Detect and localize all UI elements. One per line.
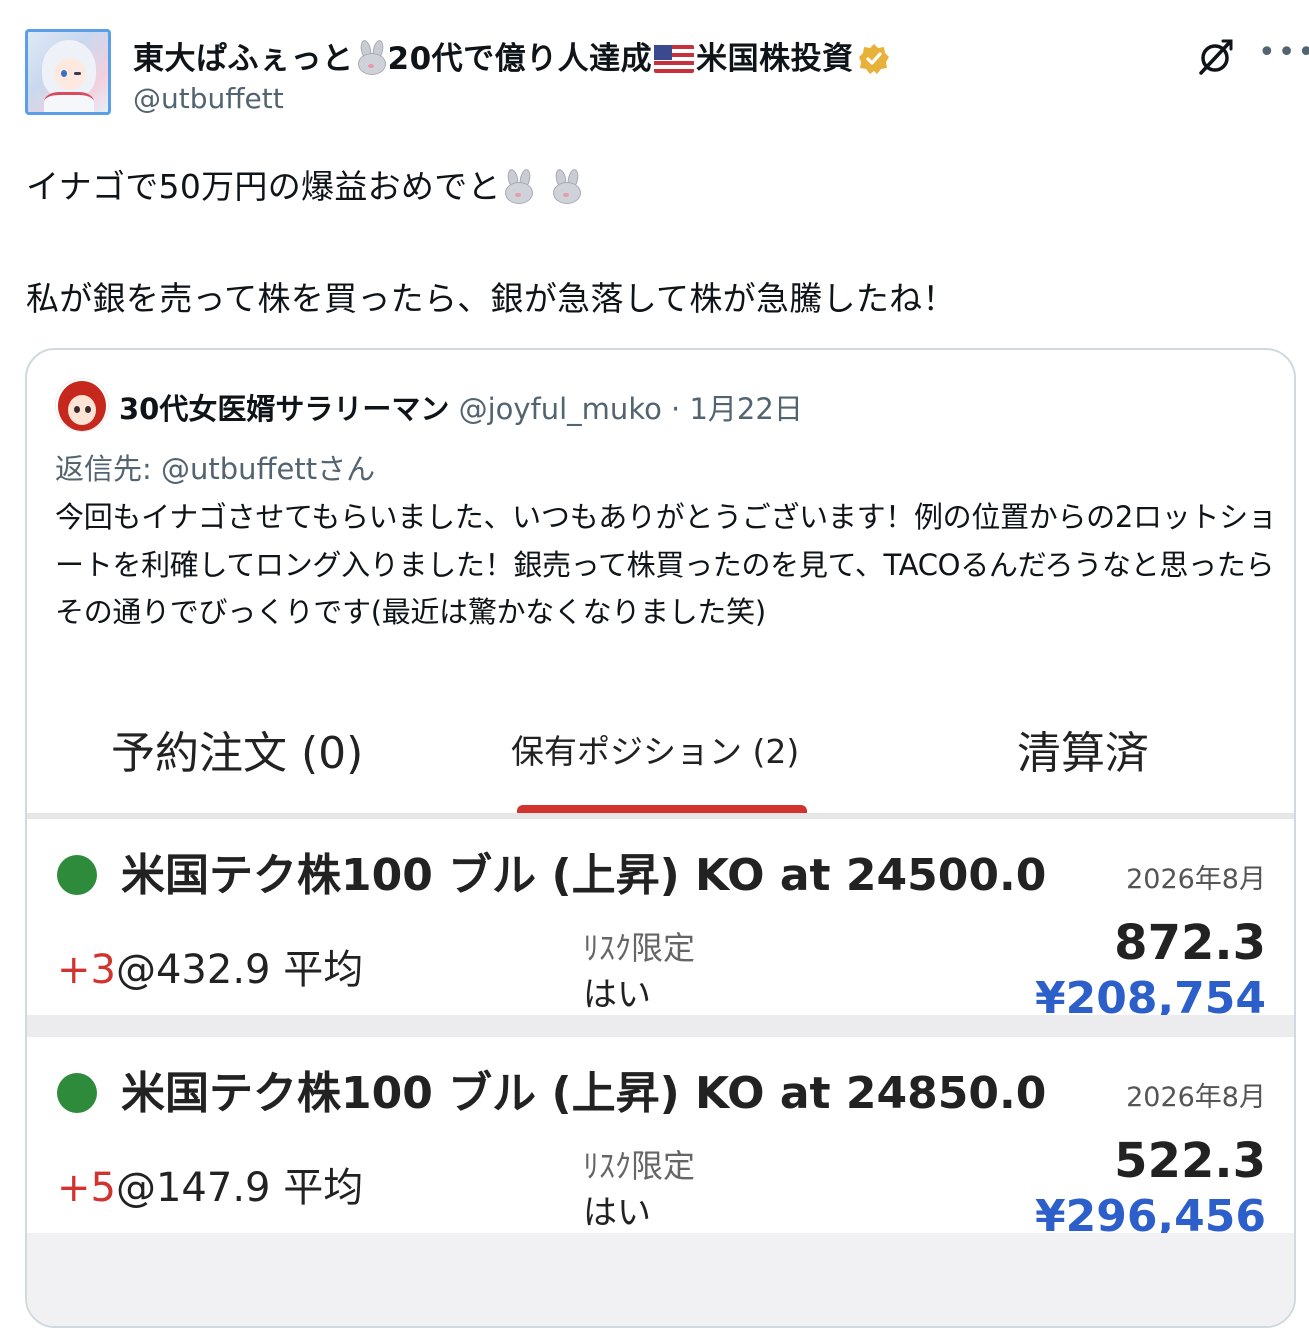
us-flag-icon	[654, 45, 695, 73]
tweet-text-line1: イナゴで50万円の爆益おめでと	[26, 160, 583, 208]
status-dot-icon	[57, 855, 97, 895]
quantity-value: +3	[57, 947, 116, 993]
author-name-part1: 東大ぱふぇっと	[133, 41, 354, 77]
risk-limited-label: ﾘｽｸ限定	[583, 1147, 696, 1185]
quoted-tweet-card[interactable]: 30代女医婿サラリーマン @joyful_muko · 1月22日 返信先: @…	[25, 348, 1296, 1328]
quote-author-handle[interactable]: @joyful_muko	[459, 392, 662, 426]
attached-trading-screenshot[interactable]: 予約注文 (0) 保有ポジション (2) 清算済 米国テク株100 ブル (上昇…	[27, 695, 1294, 1326]
avatar-eye-wink	[74, 72, 81, 75]
status-dot-icon	[57, 1073, 97, 1113]
more-options-icon[interactable]: •••	[1258, 38, 1309, 68]
position-expiry: 2026年8月	[1126, 1082, 1266, 1113]
risk-limited-value: はい	[583, 1193, 651, 1233]
rabbit-icon	[501, 168, 535, 204]
risk-limited-label: ﾘｽｸ限定	[583, 929, 696, 967]
quote-author-name[interactable]: 30代女医婿サラリーマン	[119, 392, 449, 426]
author-avatar[interactable]	[25, 29, 111, 115]
author-display-name[interactable]: 東大ぱふぇっと 20代で億り人達成 米国株投資	[133, 33, 890, 78]
verified-badge-icon	[858, 44, 889, 74]
avatar-dress	[44, 92, 94, 112]
avatar-eye	[61, 70, 67, 77]
tab-open-positions: 保有ポジション (2)	[511, 732, 800, 771]
tweet-text-line2: 私が銀を売って株を買ったら、銀が急落して株が急騰したね！	[26, 279, 956, 318]
quote-body-text: 今回もイナゴさせてもらいました、いつもありがとうございます！例の位置からの2ロッ…	[55, 500, 1277, 629]
average-price: @432.9 平均	[115, 947, 364, 993]
quantity-value: +5	[57, 1165, 116, 1211]
current-price: 872.3	[1114, 915, 1266, 971]
empty-list-area	[27, 1233, 1294, 1326]
quote-author-avatar[interactable]	[55, 378, 109, 432]
average-price: @147.9 平均	[115, 1165, 364, 1211]
avatar-face	[54, 58, 86, 90]
rabbit-icon	[354, 39, 388, 75]
tab-pending-orders: 予約注文 (0)	[111, 728, 364, 779]
reply-to-label: 返信先: @utbuffettさん	[55, 452, 376, 486]
tweet-text: イナゴで50万円の爆益おめでと	[26, 167, 501, 206]
position-title: 米国テク株100 ブル (上昇) KO at 24850.0	[121, 1068, 1047, 1119]
quote-header: 30代女医婿サラリーマン @joyful_muko · 1月22日	[119, 386, 803, 428]
grok-icon[interactable]	[1193, 35, 1237, 79]
quote-date[interactable]: · 1月22日	[662, 392, 803, 426]
position-quantity: +3@432.9 平均	[57, 937, 363, 995]
position-expiry: 2026年8月	[1126, 864, 1266, 895]
position-row: 米国テク株100 ブル (上昇) KO at 24850.0 2026年8月 +…	[27, 1037, 1294, 1242]
author-handle[interactable]: @utbuffett	[133, 82, 284, 115]
current-price: 522.3	[1114, 1133, 1266, 1189]
row-separator	[27, 1015, 1294, 1037]
author-name-part2: 20代で億り人達成	[387, 41, 653, 77]
tab-closed: 清算済	[1017, 728, 1149, 779]
rabbit-icon	[549, 168, 583, 204]
position-quantity: +5@147.9 平均	[57, 1155, 363, 1213]
author-name-part3: 米国株投資	[696, 41, 854, 77]
risk-limited-value: はい	[583, 975, 651, 1015]
position-title: 米国テク株100 ブル (上昇) KO at 24500.0	[121, 850, 1047, 901]
position-row: 米国テク株100 ブル (上昇) KO at 24500.0 2026年8月 +…	[27, 819, 1294, 1024]
